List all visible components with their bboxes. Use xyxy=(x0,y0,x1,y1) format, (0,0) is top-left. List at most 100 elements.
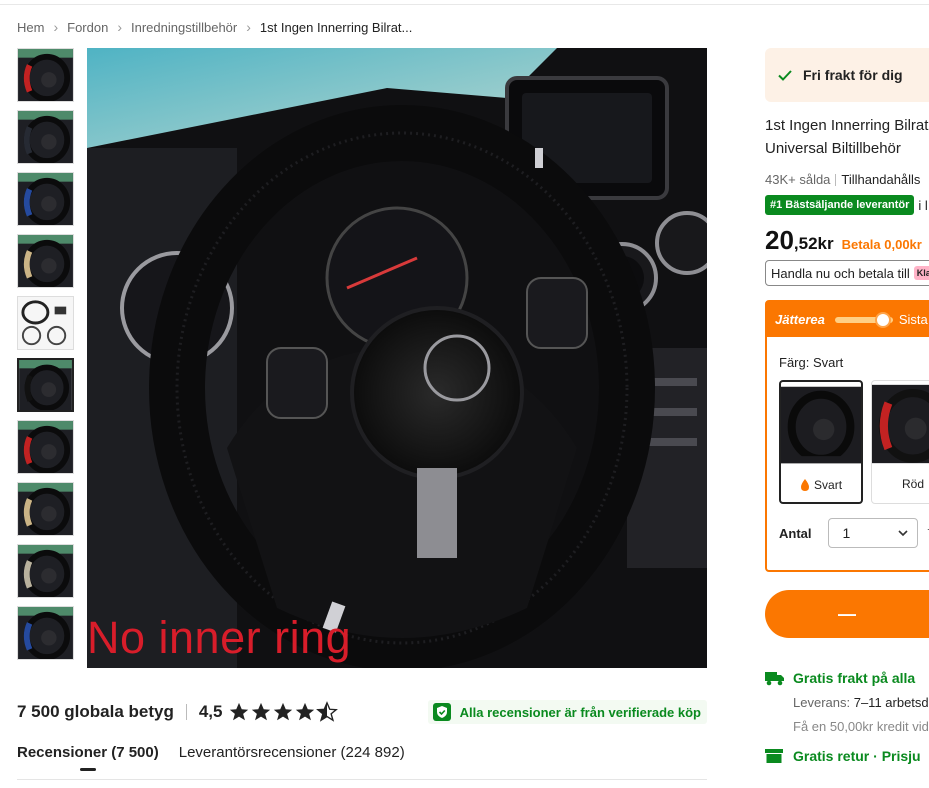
star-icon xyxy=(274,702,293,721)
review-tabs: Recensioner (7 500) Leverantörsrecension… xyxy=(17,744,425,761)
pay-later-text: Betala 0,00kr xyxy=(841,237,922,252)
breadcrumb-interior[interactable]: Inredningstillbehör xyxy=(131,20,237,35)
tab-supplier-reviews[interactable]: Leverantörsrecensioner (224 892) xyxy=(179,744,405,761)
swatch-red-label: Röd xyxy=(872,467,929,501)
sales-info: 43K+ sålda Tillhandahålls xyxy=(765,172,929,187)
swatch-black-text: Svart xyxy=(814,478,843,492)
price-decimal: ,52kr xyxy=(793,234,834,253)
thumbnail-image xyxy=(18,235,73,287)
thumbnail-image xyxy=(18,483,73,535)
tabs-divider xyxy=(17,779,707,780)
breadcrumb-home[interactable]: Hem xyxy=(17,20,44,35)
thumbnail-6[interactable] xyxy=(17,358,74,412)
free-shipping-text: Fri frakt för dig xyxy=(803,67,903,83)
thumbnail-9[interactable] xyxy=(17,544,74,598)
price: 20 ,52kr Betala 0,00kr xyxy=(765,225,929,256)
thumbnail-1[interactable] xyxy=(17,48,74,102)
add-to-cart-label: — xyxy=(838,603,856,624)
deal-header: Jätterea Sista xyxy=(767,302,929,337)
klarna-text: Handla nu och betala till xyxy=(771,265,910,281)
delivery-time: Leverans: 7–11 arbetsd xyxy=(793,695,929,710)
thumbnail-4[interactable] xyxy=(17,234,74,288)
star-icon xyxy=(316,701,339,722)
deal-brand: Jätterea xyxy=(775,312,825,327)
thumbnail-3[interactable] xyxy=(17,172,74,226)
color-swatches: Svart Röd xyxy=(779,380,929,504)
thumbnail-list xyxy=(17,48,74,668)
free-shipping-banner: Fri frakt för dig xyxy=(765,48,929,102)
deal-last-text: Sista xyxy=(898,312,928,327)
swatch-black[interactable]: Svart xyxy=(779,380,864,504)
top-divider xyxy=(0,4,929,5)
thumbnail-10[interactable] xyxy=(17,606,74,660)
deal-progress-knob xyxy=(874,311,891,328)
rating-score: 4,5 xyxy=(198,702,223,721)
thumbnail-image xyxy=(18,421,73,473)
thumbnail-image xyxy=(18,173,73,225)
chevron-right-icon: › xyxy=(117,19,122,35)
breadcrumb-vehicles[interactable]: Fordon xyxy=(67,20,108,35)
truck-icon xyxy=(765,672,784,686)
product-title-line2: Universal Biltillbehör xyxy=(765,140,901,157)
shipping-title: Gratis frakt på alla xyxy=(793,670,916,686)
thumbnail-image xyxy=(19,360,72,410)
star-icon xyxy=(230,702,249,721)
klarna-banner[interactable]: Handla nu och betala till Kla xyxy=(765,260,929,286)
chevron-right-icon: › xyxy=(246,19,251,35)
returns-info[interactable]: Gratis retur · Prisju xyxy=(765,748,929,764)
main-product-image[interactable]: No inner ring xyxy=(87,48,707,668)
chevron-down-icon xyxy=(897,530,908,537)
quantity-row: Antal 1 T xyxy=(779,518,929,548)
image-overlay-text: No inner ring xyxy=(87,612,352,663)
deal-progress-bar xyxy=(834,311,893,328)
quantity-label: Antal xyxy=(779,525,812,541)
thumbnail-5[interactable] xyxy=(17,296,74,350)
purchase-panel: Fri frakt för dig 1st Ingen Innerring Bi… xyxy=(765,48,929,788)
product-title: 1st Ingen Innerring Bilrat Universal Bil… xyxy=(765,114,929,160)
fire-icon xyxy=(801,479,810,491)
thumbnail-image xyxy=(18,49,73,101)
return-box-icon xyxy=(765,749,783,763)
star-rating xyxy=(228,701,339,723)
klarna-logo: Kla xyxy=(913,266,929,280)
bestseller-suffix: i l xyxy=(918,197,928,213)
product-title-line1: 1st Ingen Innerring Bilrat xyxy=(765,117,929,134)
divider xyxy=(835,173,837,186)
star-icon xyxy=(296,702,315,721)
price-integer: 20 xyxy=(765,225,794,255)
thumbnail-image xyxy=(18,545,73,597)
swatch-black-label: Svart xyxy=(781,468,861,502)
shield-check-icon xyxy=(432,703,451,721)
bestseller-badge: #1 Bästsäljande leverantör xyxy=(765,195,915,215)
verified-purchases-badge: Alla recensioner är från verifierade köp xyxy=(427,700,707,724)
sold-count: 43K+ sålda xyxy=(765,172,831,187)
thumbnail-image xyxy=(18,111,73,163)
thumbnail-image xyxy=(18,607,73,659)
swatch-red[interactable]: Röd xyxy=(871,380,929,504)
color-label: Färg: Svart xyxy=(779,355,844,370)
verified-text: Alla recensioner är från verifierade köp xyxy=(459,704,701,720)
shipping-info: Gratis frakt på alla xyxy=(765,670,929,686)
bestseller-row: #1 Bästsäljande leverantör i l xyxy=(765,195,929,215)
breadcrumb-current: 1st Ingen Innerring Bilrat... xyxy=(259,19,413,35)
active-tab-indicator xyxy=(80,768,96,771)
delivery-value: 7–11 arbetsd xyxy=(853,695,929,710)
thumbnail-7[interactable] xyxy=(17,420,74,474)
supplier-link[interactable]: Tillhandahålls xyxy=(841,172,920,187)
quantity-value: 1 xyxy=(842,525,851,541)
swatch-red-text: Röd xyxy=(902,477,925,491)
breadcrumb: Hem › Fordon › Inredningstillbehör › 1st… xyxy=(17,19,412,35)
add-to-cart-button[interactable]: — xyxy=(765,590,929,638)
swatch-black-image xyxy=(781,386,862,464)
tab-reviews[interactable]: Recensioner (7 500) xyxy=(17,744,159,761)
chevron-right-icon: › xyxy=(53,19,59,35)
returns-text: Gratis retur · Prisju xyxy=(793,748,921,764)
star-icon xyxy=(252,702,271,721)
deal-box: Jätterea Sista Färg: Svart Svart Röd Ant… xyxy=(765,300,929,572)
thumbnail-2[interactable] xyxy=(17,110,74,164)
global-ratings-count[interactable]: 7 500 globala betyg xyxy=(17,702,174,722)
divider xyxy=(185,704,187,720)
ratings-summary: 7 500 globala betyg 4,5 Alla recensioner… xyxy=(17,700,707,724)
thumbnail-8[interactable] xyxy=(17,482,74,536)
quantity-select[interactable]: 1 xyxy=(827,518,918,548)
